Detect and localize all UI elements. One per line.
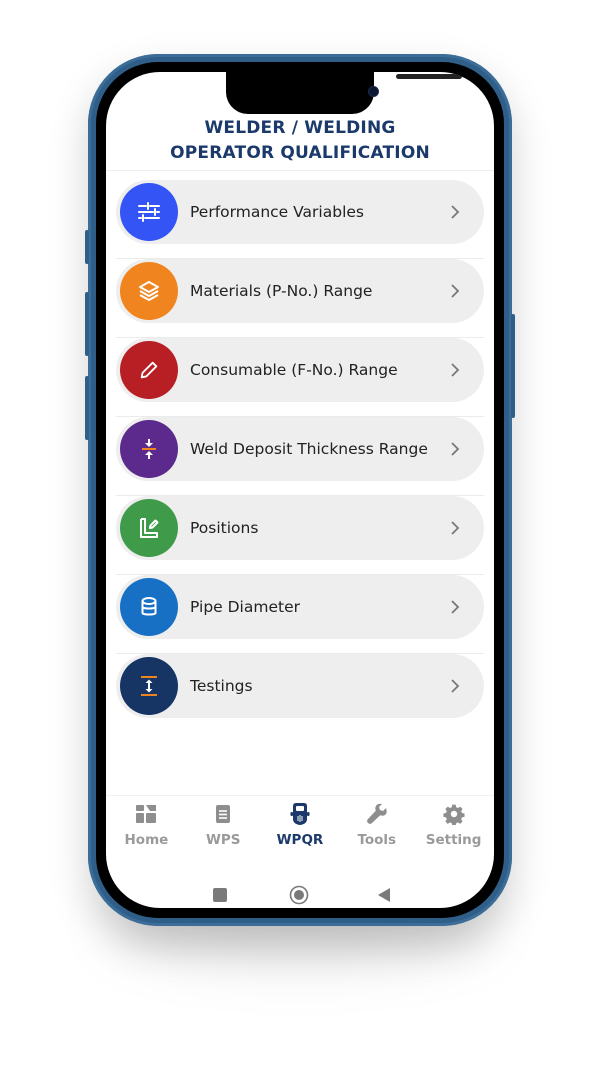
item-icon-circle — [120, 420, 178, 478]
height-icon — [141, 676, 157, 696]
bezel: WELDER / WELDING OPERATOR QUALIFICATION — [96, 62, 504, 918]
phone-frame: WELDER / WELDING OPERATOR QUALIFICATION — [85, 54, 515, 926]
compress-icon — [142, 439, 156, 459]
square-icon — [213, 888, 227, 902]
menu-item-label: Materials (P-No.) Range — [190, 282, 373, 300]
menu-item-testings[interactable]: Testings — [116, 654, 484, 718]
menu-item-pipe-diameter[interactable]: Pipe Diameter — [116, 575, 484, 639]
tabbar-divider — [106, 795, 494, 796]
tab-home[interactable]: Home — [108, 802, 185, 848]
chevron-right-icon — [450, 678, 464, 694]
item-icon-circle — [120, 499, 178, 557]
chevron-right-icon — [450, 599, 464, 615]
header-divider — [106, 170, 494, 171]
home-button[interactable] — [284, 880, 314, 908]
menu-item-wrap: Weld Deposit Thickness Range — [116, 417, 484, 496]
tab-label: WPS — [205, 832, 241, 848]
recents-button[interactable] — [205, 880, 235, 908]
menu-item-consumable-range[interactable]: Consumable (F-No.) Range — [116, 338, 484, 402]
menu-item-wrap: Materials (P-No.) Range — [116, 259, 484, 338]
side-button-left-3 — [85, 376, 89, 440]
screen: WELDER / WELDING OPERATOR QUALIFICATION — [106, 72, 494, 908]
tab-wpqr[interactable]: WPQR — [262, 802, 339, 848]
side-button-right — [511, 314, 515, 418]
tab-tools[interactable]: Tools — [338, 802, 415, 848]
chevron-right-icon — [450, 520, 464, 536]
side-button-left-2 — [85, 292, 89, 356]
circle-icon — [289, 885, 309, 905]
bottom-tab-bar: Home WPS WPQR Tools Setting — [106, 802, 494, 848]
page-title-line1: WELDER / WELDING — [204, 118, 396, 138]
menu-list: Performance Variables Materials (P-No.) … — [116, 180, 484, 733]
item-icon-circle — [120, 262, 178, 320]
page-title: WELDER / WELDING OPERATOR QUALIFICATION — [106, 116, 494, 166]
front-camera — [368, 86, 379, 97]
notch — [226, 72, 462, 114]
document-icon — [215, 802, 231, 826]
tab-label: Home — [124, 832, 169, 848]
item-icon-circle — [120, 183, 178, 241]
menu-item-performance-variables[interactable]: Performance Variables — [116, 180, 484, 244]
sliders-icon — [138, 202, 160, 222]
tab-setting[interactable]: Setting — [415, 802, 492, 848]
pencil-icon — [140, 361, 158, 379]
triangle-back-icon — [378, 888, 390, 902]
chevron-right-icon — [450, 441, 464, 457]
gear-icon — [442, 802, 465, 826]
menu-item-label: Positions — [190, 519, 259, 537]
chevron-right-icon — [450, 283, 464, 299]
tab-wps[interactable]: WPS — [185, 802, 262, 848]
tab-label: Tools — [357, 832, 397, 848]
chevron-right-icon — [450, 362, 464, 378]
menu-item-wrap: Positions — [116, 496, 484, 575]
menu-item-positions[interactable]: Positions — [116, 496, 484, 560]
page-title-line2: OPERATOR QUALIFICATION — [170, 143, 430, 163]
menu-item-label: Performance Variables — [190, 203, 364, 221]
dashboard-icon — [135, 802, 157, 826]
menu-item-wrap: Pipe Diameter — [116, 575, 484, 654]
menu-item-weld-deposit-thickness[interactable]: Weld Deposit Thickness Range — [116, 417, 484, 481]
square-pen-icon — [140, 518, 159, 538]
menu-item-label: Testings — [190, 677, 253, 695]
menu-item-materials-range[interactable]: Materials (P-No.) Range — [116, 259, 484, 323]
item-icon-circle — [120, 341, 178, 399]
layers-icon — [139, 281, 159, 301]
menu-item-label: Weld Deposit Thickness Range — [190, 440, 428, 458]
speaker — [396, 74, 462, 79]
back-button[interactable] — [369, 880, 399, 908]
menu-item-wrap: Consumable (F-No.) Range — [116, 338, 484, 417]
item-icon-circle — [120, 657, 178, 715]
side-button-left-1 — [85, 230, 89, 264]
database-icon — [141, 597, 157, 616]
welding-helmet-icon — [289, 802, 311, 826]
wrench-icon — [365, 802, 389, 826]
item-icon-circle — [120, 578, 178, 636]
tab-label: Setting — [425, 832, 482, 848]
menu-item-wrap: Testings — [116, 654, 484, 733]
chevron-right-icon — [450, 204, 464, 220]
menu-item-wrap: Performance Variables — [116, 180, 484, 259]
tab-label: WPQR — [276, 832, 324, 848]
menu-item-label: Pipe Diameter — [190, 598, 300, 616]
menu-item-label: Consumable (F-No.) Range — [190, 361, 398, 379]
system-nav-bar — [106, 880, 494, 908]
